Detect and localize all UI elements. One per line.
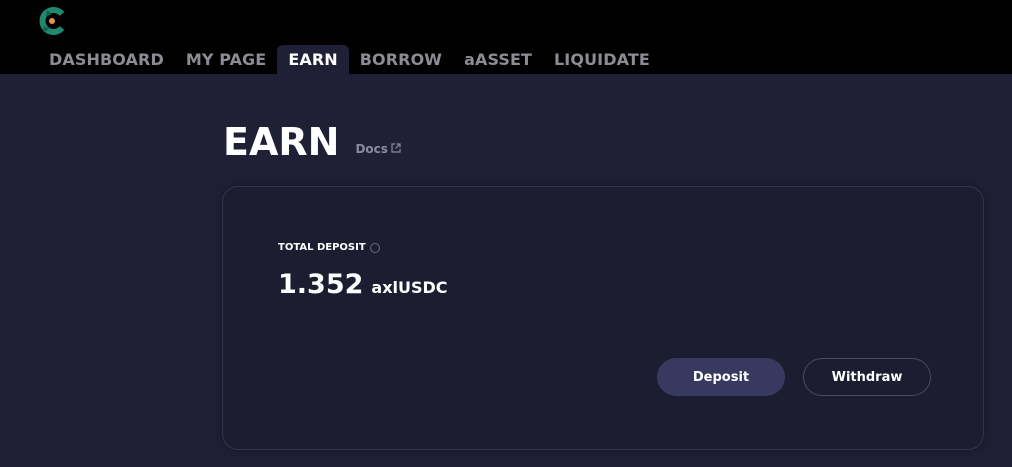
total-deposit-value: 1.352 (278, 269, 364, 300)
tab-earn[interactable]: EARN (277, 45, 349, 74)
page-title: EARN (223, 120, 340, 164)
external-link-icon (391, 142, 401, 156)
docs-link[interactable]: Docs (355, 142, 401, 156)
tab-my-page[interactable]: MY PAGE (175, 45, 277, 74)
earn-card: TOTAL DEPOSIT 1.352 axlUSDC Deposit With… (222, 186, 984, 450)
tab-liquidate[interactable]: LIQUIDATE (543, 45, 661, 74)
main-nav: DASHBOARD MY PAGE EARN BORROW aASSET LIQ… (38, 45, 661, 74)
tab-borrow[interactable]: BORROW (349, 45, 453, 74)
total-deposit-label: TOTAL DEPOSIT (278, 242, 366, 253)
total-deposit-row: 1.352 axlUSDC (278, 269, 448, 300)
deposit-button[interactable]: Deposit (657, 358, 785, 396)
app-logo-icon[interactable] (38, 6, 66, 36)
docs-label: Docs (355, 142, 388, 156)
page-header: EARN Docs (223, 120, 401, 164)
total-deposit-unit: axlUSDC (371, 278, 448, 297)
total-deposit-label-row: TOTAL DEPOSIT (278, 242, 380, 253)
withdraw-button[interactable]: Withdraw (803, 358, 931, 396)
top-bar: DASHBOARD MY PAGE EARN BORROW aASSET LIQ… (0, 0, 1012, 74)
tab-dashboard[interactable]: DASHBOARD (38, 45, 175, 74)
info-icon[interactable] (369, 242, 380, 253)
tab-aasset[interactable]: aASSET (453, 45, 543, 74)
